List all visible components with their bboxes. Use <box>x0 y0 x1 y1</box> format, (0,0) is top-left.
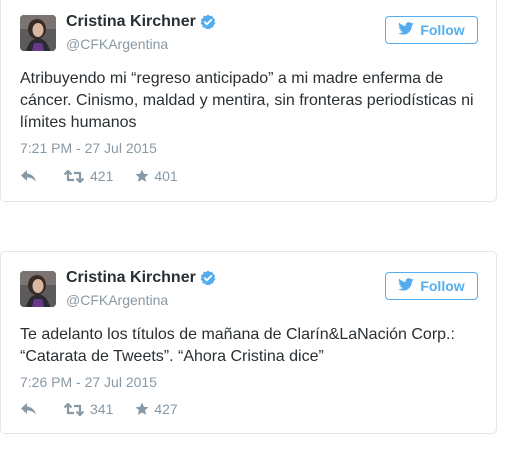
display-name[interactable]: Cristina Kirchner <box>66 13 216 31</box>
follow-button[interactable]: Follow <box>385 272 478 300</box>
favorite-button[interactable]: 401 <box>135 168 178 184</box>
follow-label: Follow <box>420 278 465 294</box>
tweet-text: Te adelanto los títulos de mañana de Cla… <box>20 326 455 365</box>
star-icon <box>135 169 149 183</box>
display-name[interactable]: Cristina Kirchner <box>66 269 216 287</box>
user-handle[interactable]: @CFKArgentina <box>66 36 168 52</box>
favorite-count: 427 <box>154 401 178 417</box>
follow-button[interactable]: Follow <box>385 16 478 44</box>
verified-badge-icon <box>200 270 216 286</box>
tweet-card[interactable]: Cristina Kirchner @CFKArgentina Follow A… <box>0 0 497 202</box>
tweet-actions: 341 427 <box>20 399 178 419</box>
retweet-count: 341 <box>90 401 114 417</box>
tweet-timestamp[interactable]: 7:26 PM - 27 Jul 2015 <box>20 374 157 390</box>
reply-icon[interactable] <box>20 402 38 416</box>
display-name-text[interactable]: Cristina Kirchner <box>66 13 196 31</box>
retweet-button[interactable]: 421 <box>64 168 135 184</box>
tweet-timestamp[interactable]: 7:21 PM - 27 Jul 2015 <box>20 140 157 156</box>
tweet-text: Atribuyendo mi “regreso anticipado” a mi… <box>20 70 474 131</box>
favorite-button[interactable]: 427 <box>135 401 178 417</box>
display-name-text[interactable]: Cristina Kirchner <box>66 269 196 287</box>
user-handle[interactable]: @CFKArgentina <box>66 292 168 308</box>
favorite-count: 401 <box>154 168 178 184</box>
retweet-icon <box>64 169 84 183</box>
retweet-count: 421 <box>90 168 114 184</box>
star-icon <box>135 402 149 416</box>
retweet-button[interactable]: 341 <box>64 401 135 417</box>
tweet-actions: 421 401 <box>20 166 178 186</box>
bird-icon <box>398 278 420 294</box>
bird-icon <box>398 22 420 38</box>
follow-label: Follow <box>420 22 465 38</box>
avatar[interactable] <box>20 271 56 307</box>
verified-badge-icon <box>200 14 216 30</box>
avatar[interactable] <box>20 15 56 51</box>
retweet-icon <box>64 402 84 416</box>
tweet-card[interactable]: Cristina Kirchner @CFKArgentina Follow T… <box>0 251 497 434</box>
reply-icon[interactable] <box>20 169 38 183</box>
